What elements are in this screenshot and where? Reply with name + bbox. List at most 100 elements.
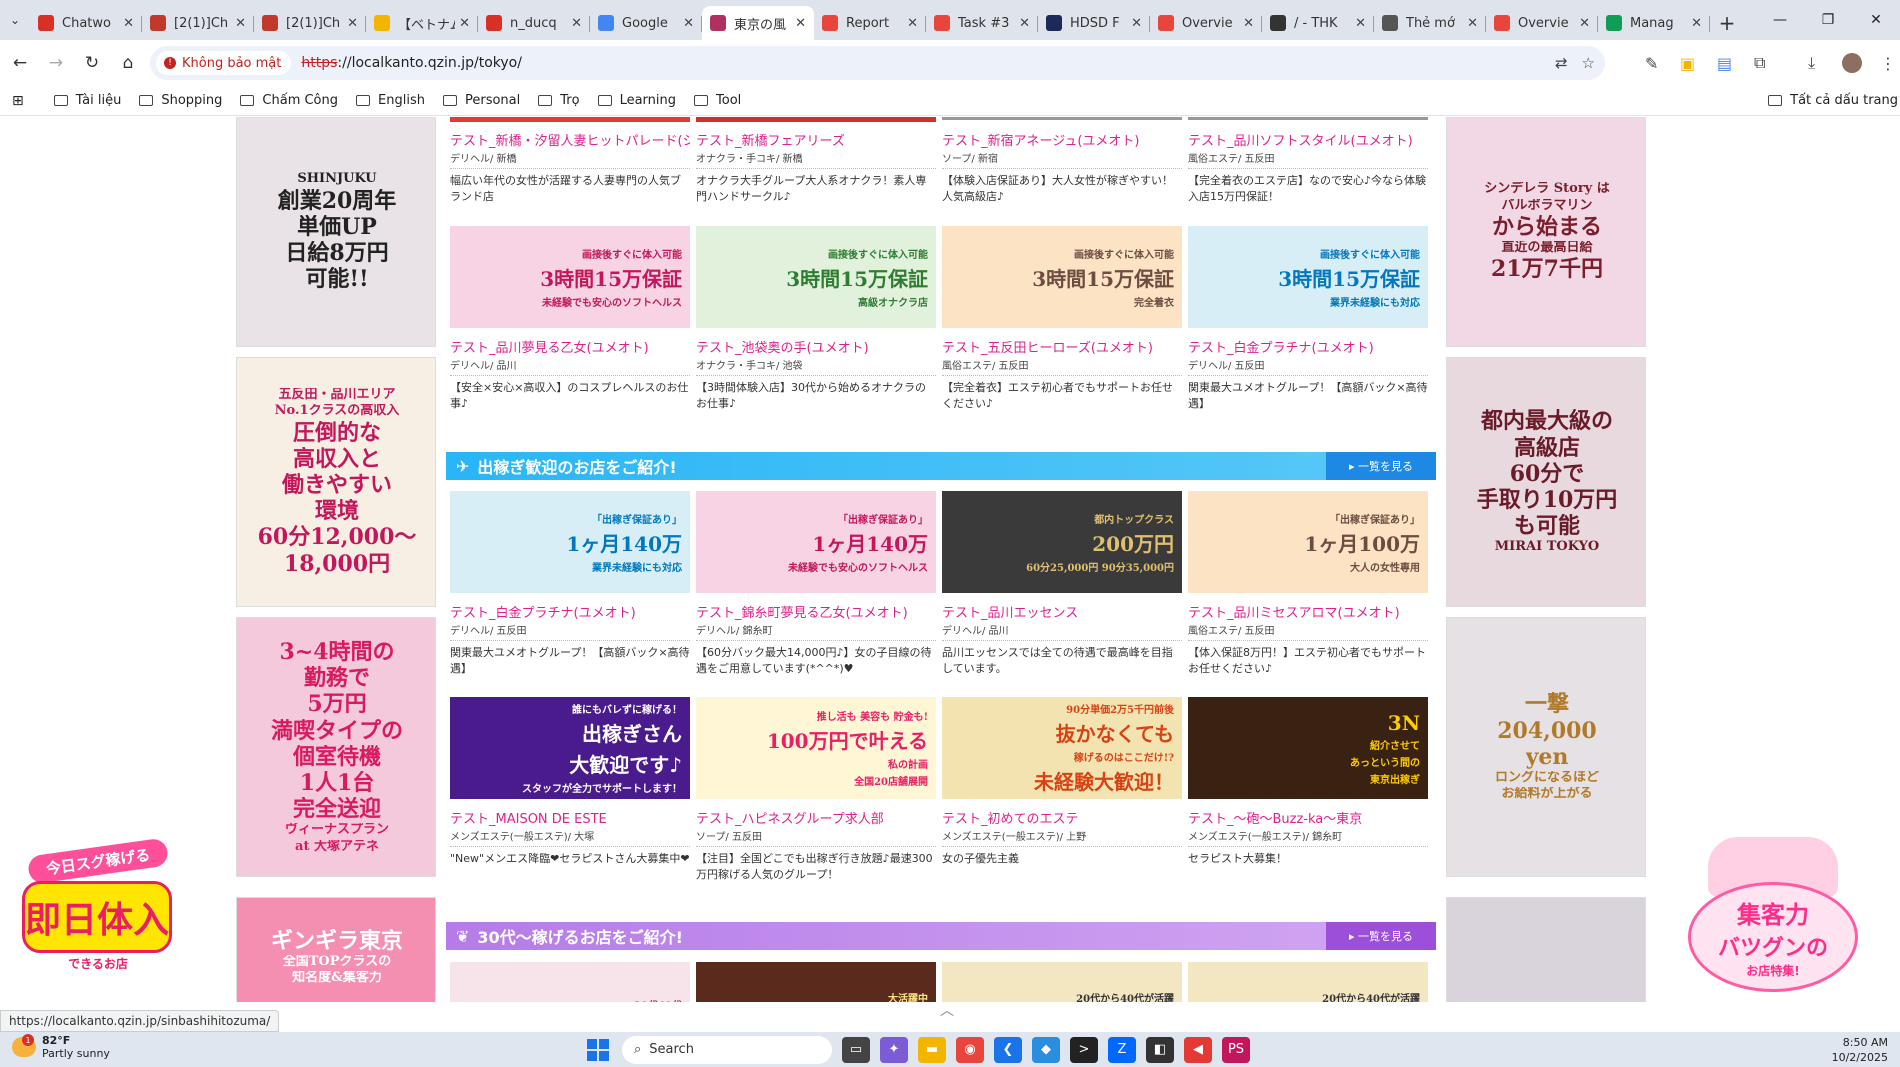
system-clock[interactable]: 8:50 AM 10/2/2025 [1832,1035,1888,1065]
customer-draw-floating-banner[interactable]: 集客力 バツグンの お店特集! [1688,837,1858,992]
app-icon[interactable]: ◀ [1184,1036,1212,1063]
terminal-icon[interactable]: > [1070,1036,1098,1063]
shop-name-link[interactable]: テスト_五反田ヒーローズ(ユメオト) [942,337,1182,356]
shop-banner-image[interactable]: 大活躍中実現 [696,962,936,1002]
bookmark-folder[interactable]: Personal [442,93,520,108]
profile-avatar[interactable] [1842,40,1862,86]
browser-tab[interactable]: 東京の風 ✕ [702,6,814,40]
shop-name-link[interactable]: テスト_錦糸町夢見る乙女(ユメオト) [696,602,936,621]
side-ad-banner[interactable]: 五反田・品川エリア No.1クラスの高収入 圧倒的な 高収入と 働きやすい 環境 60分12… [236,357,436,607]
bookmark-folder[interactable]: Chấm Công [240,93,338,108]
address-bar[interactable]: ! Không bảo mật https://localkanto.qzin.… [150,46,1605,80]
app-icon[interactable]: ◧ [1146,1036,1174,1063]
reload-button[interactable]: ↻ [74,45,110,81]
shop-name-link[interactable]: テスト_品川エッセンス [942,602,1182,621]
shop-banner-image[interactable]: 推し活も 美容も 貯金も! 100万円で叶える 私の計画 全国20店舗展開 [696,697,936,799]
bookmark-folder[interactable]: Learning [597,93,676,108]
windows-start-icon[interactable] [584,1037,612,1063]
shop-name-link[interactable]: テスト_白金プラチナ(ユメオト) [1188,337,1428,356]
shop-name-link[interactable]: テスト_白金プラチナ(ユメオト) [450,602,690,621]
shop-banner-image[interactable]: 「出稼ぎ保証あり」 1ヶ月140万 業界未経験にも対応 [450,491,690,593]
shop-banner-image[interactable]: 90分単価2万5千円前後 抜かなくても 稼げるのはここだけ!? 未経験大歓迎！ [942,697,1182,799]
shop-name-link[interactable]: テスト_〜砲〜Buzz-ka〜東京 [1188,808,1428,827]
same-day-trial-floating-banner[interactable]: 今日スグ稼げる 即日体入 できるお店 [18,837,173,977]
bookmark-folder[interactable]: Tool [694,93,741,108]
browser-tab[interactable]: Overvie ✕ [1486,6,1598,40]
site-info-button[interactable]: ! Không bảo mật [156,51,292,75]
home-button[interactable]: ⌂ [110,45,146,81]
view-list-button[interactable]: ▸ 一覧を見る [1326,922,1436,950]
shop-name-link[interactable]: テスト_ハピネスグループ求人部 [696,808,936,827]
weather-widget[interactable]: 1 82°F Partly sunny [12,1034,110,1060]
shop-banner-image[interactable]: 3N 紹介させて あっという間の 東京出稼ぎ [1188,697,1428,799]
shop-banner-image[interactable]: 画接後すぐに体入可能 3時間15万保証 未経験でも安心のソフトヘルス [450,226,690,328]
browser-tab[interactable]: n_ducq ✕ [478,6,590,40]
browser-tab[interactable]: Manag ✕ [1598,6,1710,40]
bookmark-folder[interactable]: English [356,93,425,108]
browser-tab[interactable]: 【ベトナム ✕ [366,6,478,40]
file-explorer-icon[interactable]: ▬ [918,1036,946,1063]
shop-banner-image[interactable]: 「出稼ぎ保証あり」 1ヶ月100万 大人の女性専用 [1188,491,1428,593]
close-window-button[interactable]: ✕ [1852,0,1900,40]
browser-tab[interactable]: / - THK ✕ [1262,6,1374,40]
shop-banner-image[interactable]: 画接後すぐに体入可能 3時間15万保証 業界未経験にも対応 [1188,226,1428,328]
shop-banner-image[interactable]: 画接後すぐに体入可能 3時間15万保証 高級オナクラ店 [696,226,936,328]
side-ad-banner[interactable]: 一撃 204,000 yen ロングになるほど お給料が上がる [1446,617,1646,877]
notes-extension-icon[interactable]: ▣ [1680,40,1695,86]
pen-extension-icon[interactable]: ✎ [1645,40,1658,86]
tab-close-icon[interactable]: ✕ [795,16,806,31]
bookmark-folder[interactable]: Tài liệu [53,93,121,108]
tab-close-icon[interactable]: ✕ [459,16,470,31]
tab-close-icon[interactable]: ✕ [1019,16,1030,31]
browser-tab[interactable]: Chatwo ✕ [30,6,142,40]
bookmark-star-icon[interactable]: ☆ [1582,54,1595,72]
browser-tab[interactable]: Google ✕ [590,6,702,40]
side-ad-banner[interactable]: ギンギラ東京 全国TOPクラスの 知名度&集客力 [236,897,436,1002]
tab-close-icon[interactable]: ✕ [1243,16,1254,31]
download-icon[interactable]: ⤓ [1808,40,1815,86]
view-list-button[interactable]: ▸ 一覧を見る [1326,452,1436,480]
side-ad-banner[interactable]: 3~4時間の 勤務で 5万円 満喫タイプの 個室待機 1人1台 完全送迎 ヴィーナスプラン at… [236,617,436,877]
shop-name-link[interactable]: テスト_初めてのエステ [942,808,1182,827]
menu-kebab-icon[interactable]: ⋮ [1880,40,1896,86]
side-ad-banner[interactable]: SHINJUKU 創業20周年 単価UP 日給8万円 可能!! [236,117,436,347]
chrome-icon[interactable]: ◉ [956,1036,984,1063]
shop-banner-image[interactable]: 30代40代未経験からでも [450,962,690,1002]
maximize-button[interactable]: ❐ [1804,0,1852,40]
tab-close-icon[interactable]: ✕ [683,16,694,31]
tab-close-icon[interactable]: ✕ [1467,16,1478,31]
side-ad-banner[interactable]: 都内最大級の 高級店 60分で 手取り10万円 も可能 MIRAI TOKYO [1446,357,1646,607]
translate-extension-icon[interactable]: ▤ [1717,40,1732,86]
vscode-icon[interactable]: ❮ [994,1036,1022,1063]
shop-name-link[interactable]: テスト_品川夢見る乙女(ユメオト) [450,337,690,356]
shop-name-link[interactable]: テスト_新宿アネージュ(ユメオト) [942,130,1182,149]
task-view-icon[interactable]: ▭ [842,1036,870,1063]
side-ad-banner[interactable]: シンデレラ Story はバルボラマリン から始まる 直近の最高日給 21万7千円 [1446,117,1646,347]
tab-close-icon[interactable]: ✕ [1691,16,1702,31]
app-icon[interactable]: ◆ [1032,1036,1060,1063]
tab-close-icon[interactable]: ✕ [571,16,582,31]
url-text[interactable]: https://localkanto.qzin.jp/tokyo/ [301,55,522,71]
side-ad-banner[interactable] [1446,897,1646,1002]
bookmark-folder[interactable]: Trọ [538,93,580,108]
tab-search-dropdown[interactable]: ⌄ [0,0,30,40]
shop-name-link[interactable]: テスト_池袋奥の手(ユメオト) [696,337,936,356]
tab-close-icon[interactable]: ✕ [123,16,134,31]
forward-button[interactable]: → [38,45,74,81]
browser-tab[interactable]: Thẻ mớ ✕ [1374,6,1486,40]
tab-close-icon[interactable]: ✕ [235,16,246,31]
browser-tab[interactable]: [2(1)]Ch ✕ [254,6,366,40]
minimize-button[interactable]: — [1756,0,1804,40]
back-button[interactable]: ← [2,45,38,81]
shop-banner-image[interactable]: 20代から40代が活躍30万 [1188,962,1428,1002]
browser-tab[interactable]: HDSD F ✕ [1038,6,1150,40]
browser-tab[interactable]: Task #3 ✕ [926,6,1038,40]
taskbar-search[interactable]: ⌕ Search [622,1035,832,1064]
shop-name-link[interactable]: テスト_新橋フェアリーズ [696,130,936,149]
phpstorm-icon[interactable]: PS [1222,1036,1250,1063]
zalo-icon[interactable]: Z [1108,1036,1136,1063]
tab-close-icon[interactable]: ✕ [1355,16,1366,31]
extensions-puzzle-icon[interactable]: ⧉ [1754,40,1765,86]
tab-close-icon[interactable]: ✕ [1131,16,1142,31]
bookmark-folder[interactable]: Shopping [139,93,222,108]
